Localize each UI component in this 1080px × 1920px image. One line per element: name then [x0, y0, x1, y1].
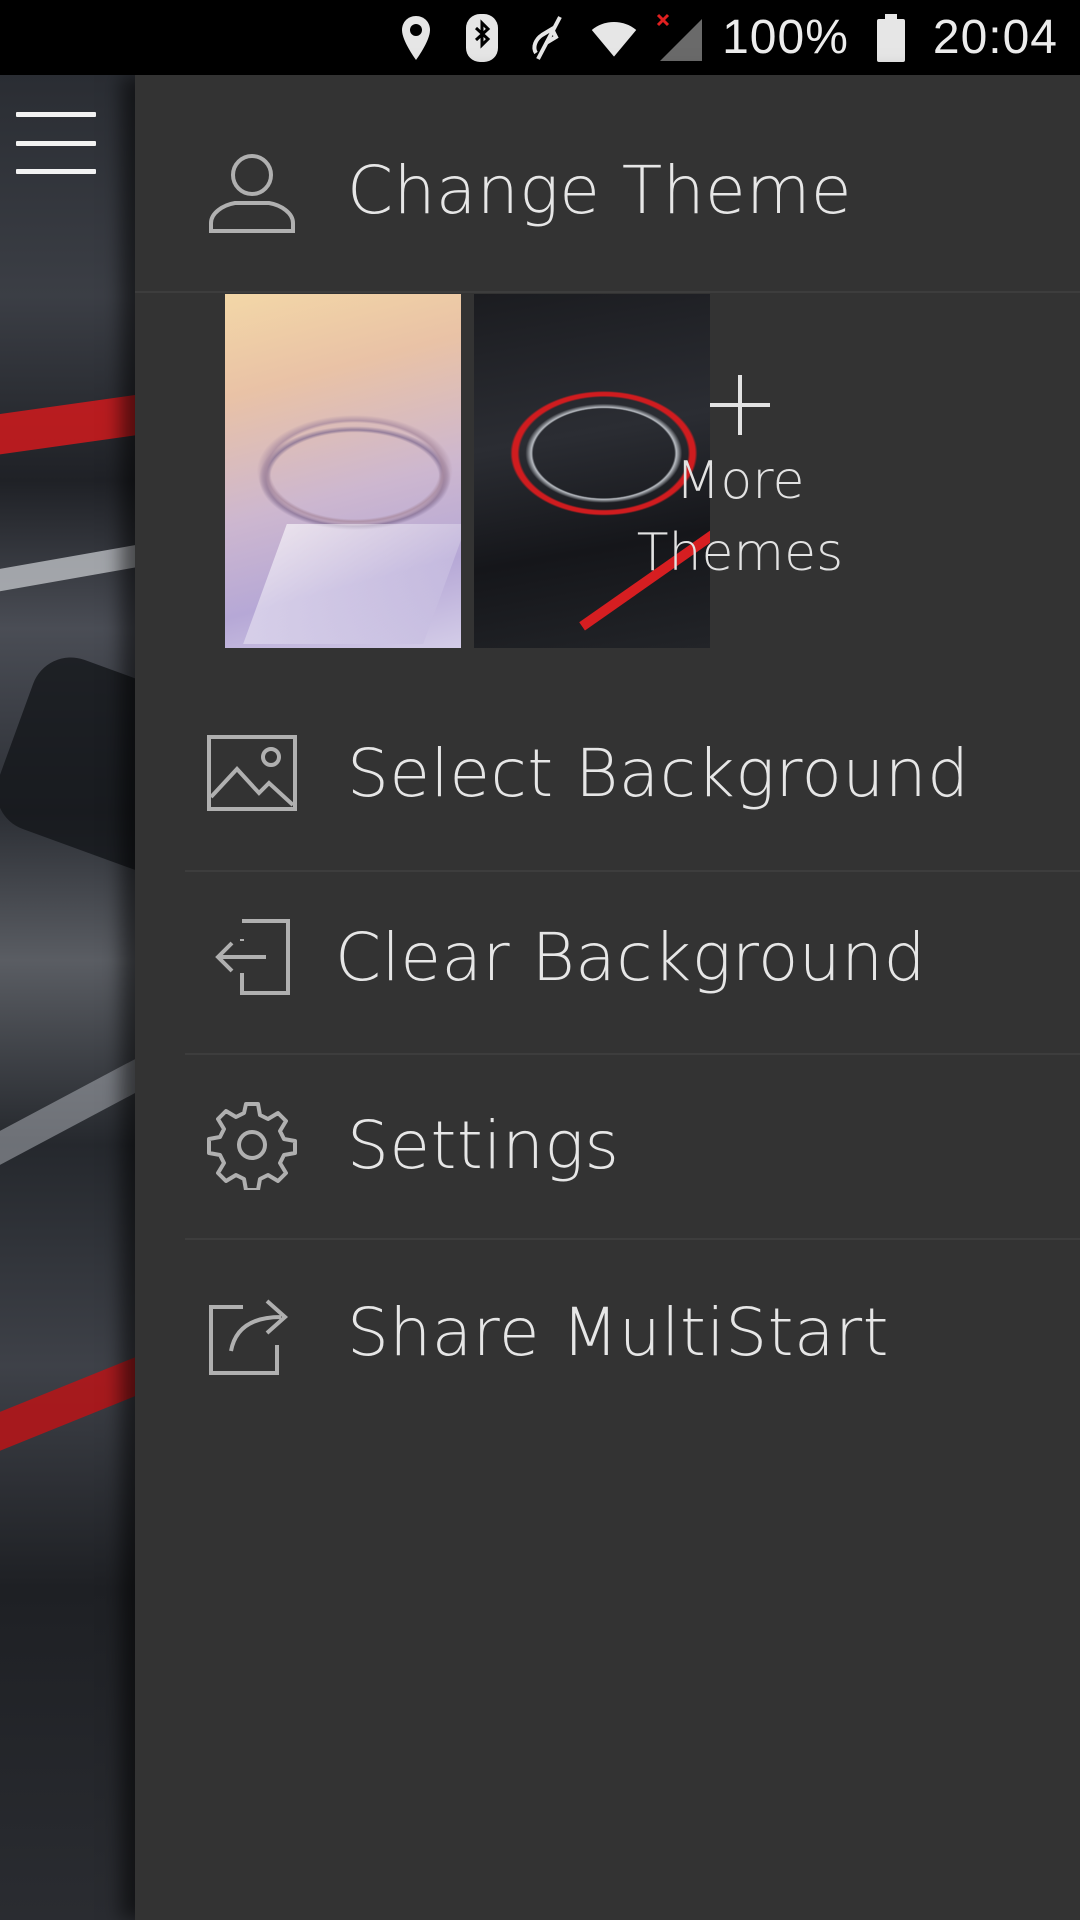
battery-percent: 100%: [722, 11, 849, 64]
theme-thumbnail-light[interactable]: [225, 294, 461, 648]
exit-icon: [207, 912, 297, 1002]
settings-item[interactable]: Settings: [135, 1085, 1080, 1205]
more-themes-button[interactable]: More Themes: [615, 375, 865, 605]
screen: 100% 20:04 Change Theme More Themes Sele…: [0, 0, 1080, 1920]
navigation-drawer: Change Theme More Themes Select Backgrou…: [135, 75, 1080, 1920]
more-themes-label-line1: More: [675, 451, 805, 511]
share-multistart-item[interactable]: Share MultiStart: [135, 1272, 1080, 1392]
more-themes-label-line2: Themes: [636, 523, 844, 583]
clear-background-item[interactable]: Clear Background: [135, 897, 1080, 1017]
status-bar: 100% 20:04: [0, 0, 1080, 75]
location-pin-icon: [392, 13, 440, 63]
change-theme-item[interactable]: Change Theme: [135, 135, 1080, 245]
vibrate-off-icon: [524, 13, 572, 63]
gear-icon: [207, 1100, 297, 1190]
launcher-background: [0, 75, 135, 1920]
image-icon: [207, 728, 297, 818]
share-icon: [207, 1287, 297, 1377]
divider: [185, 1053, 1080, 1055]
no-signal-icon: [656, 13, 704, 63]
bluetooth-icon: [458, 13, 506, 63]
divider: [185, 870, 1080, 872]
person-icon: [207, 145, 297, 235]
battery-icon: [867, 13, 915, 63]
change-theme-label: Change Theme: [347, 151, 853, 229]
menu-icon[interactable]: [16, 112, 96, 174]
divider: [185, 1238, 1080, 1240]
select-background-label: Select Background: [347, 734, 970, 812]
clear-background-label: Clear Background: [335, 918, 926, 996]
plus-icon: [710, 375, 770, 435]
select-background-item[interactable]: Select Background: [135, 713, 1080, 833]
settings-label: Settings: [347, 1106, 620, 1184]
wifi-icon: [590, 13, 638, 63]
divider: [135, 291, 1080, 293]
share-multistart-label: Share MultiStart: [347, 1293, 889, 1371]
clock: 20:04: [932, 11, 1058, 64]
